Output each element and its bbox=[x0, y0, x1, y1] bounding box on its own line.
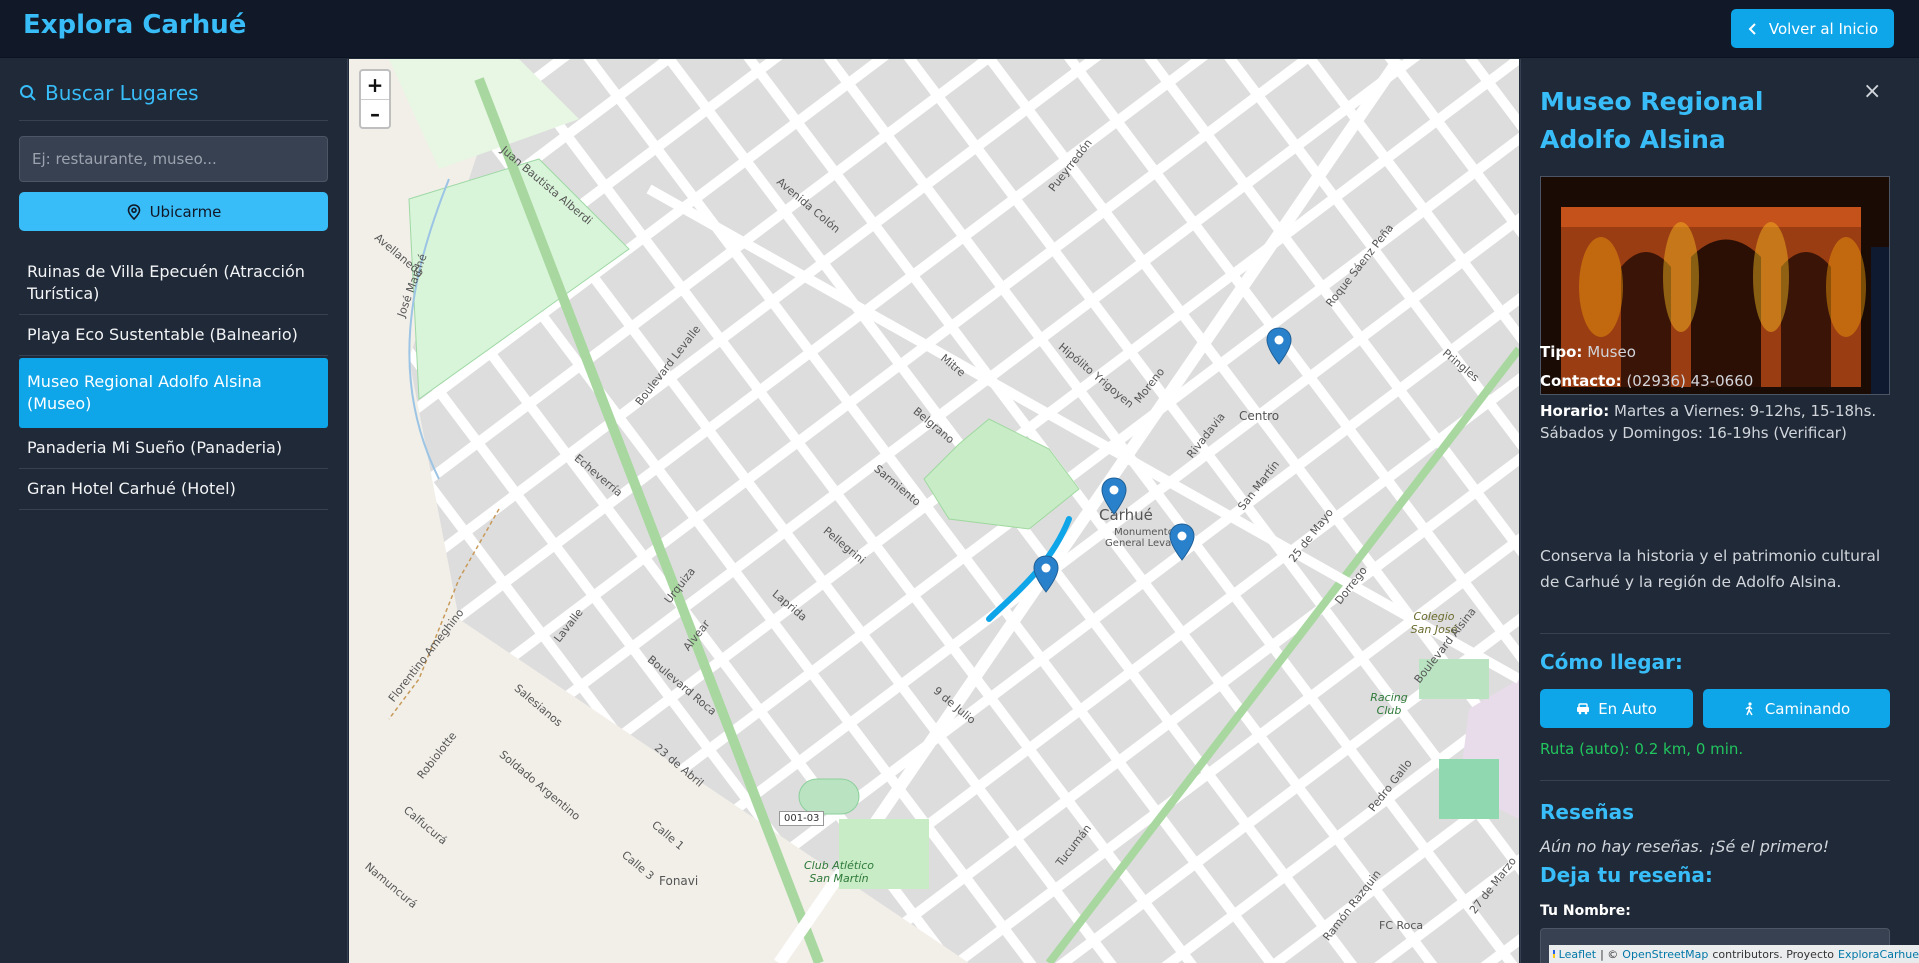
name-field-label: Tu Nombre: bbox=[1540, 903, 1631, 919]
map-marker[interactable] bbox=[1266, 327, 1292, 365]
search-heading: Buscar Lugares bbox=[19, 81, 199, 105]
place-type: Tipo: Museo bbox=[1540, 341, 1890, 363]
drive-label: En Auto bbox=[1598, 699, 1657, 718]
leaflet-link[interactable]: Leaflet bbox=[1559, 948, 1596, 961]
place-item[interactable]: Panaderia Mi Sueño (Panaderia) bbox=[19, 428, 328, 469]
app-header: Explora Carhué Volver al Inicio bbox=[0, 0, 1919, 58]
hours-label: Horario: bbox=[1540, 402, 1610, 420]
sidebar: Buscar Lugares Ubicarme Ruinas de Villa … bbox=[0, 59, 348, 963]
place-detail-panel: × Museo Regional Adolfo Alsina Tipo: Mus… bbox=[1520, 59, 1919, 963]
place-item[interactable]: Gran Hotel Carhué (Hotel) bbox=[19, 469, 328, 510]
contact-value: (02936) 43-0660 bbox=[1626, 372, 1754, 390]
route-badge: 001-03 bbox=[779, 811, 825, 826]
map-attribution: Leaflet | © OpenStreetMap contributors. … bbox=[1549, 945, 1919, 963]
search-icon bbox=[20, 85, 36, 101]
place-description: Conserva la historia y el patrimonio cul… bbox=[1540, 547, 1881, 591]
locate-me-label: Ubicarme bbox=[149, 202, 222, 221]
locate-me-button[interactable]: Ubicarme bbox=[19, 192, 328, 231]
zoom-out-button[interactable]: – bbox=[361, 99, 389, 127]
route-info: Ruta (auto): 0.2 km, 0 min. bbox=[1540, 740, 1744, 758]
car-icon bbox=[1577, 702, 1590, 714]
type-label: Tipo: bbox=[1540, 343, 1583, 361]
map-tiles bbox=[349, 59, 1519, 963]
type-value: Museo bbox=[1587, 343, 1636, 361]
divider bbox=[1540, 633, 1890, 634]
map-marker[interactable] bbox=[1169, 523, 1195, 561]
zoom-control: + – bbox=[359, 69, 391, 129]
place-item[interactable]: Ruinas de Villa Epecuén (Atracción Turís… bbox=[19, 252, 328, 315]
map-marker[interactable] bbox=[1033, 555, 1059, 593]
divider bbox=[1540, 780, 1890, 781]
map-marker[interactable] bbox=[1101, 477, 1127, 515]
osm-link[interactable]: OpenStreetMap bbox=[1622, 948, 1708, 961]
brand-title[interactable]: Explora Carhué bbox=[23, 10, 246, 40]
map-view[interactable]: + – Centro Carhué Monumento General Leva… bbox=[349, 59, 1519, 963]
place-item[interactable]: Playa Eco Sustentable (Balneario) bbox=[19, 315, 328, 356]
back-home-label: Volver al Inicio bbox=[1768, 19, 1879, 38]
search-input[interactable] bbox=[19, 136, 328, 182]
search-heading-label: Buscar Lugares bbox=[45, 81, 199, 105]
contact-label: Contacto: bbox=[1540, 372, 1622, 390]
map-label-racing: Racing Club bbox=[1370, 691, 1408, 717]
place-list: Ruinas de Villa Epecuén (Atracción Turís… bbox=[19, 252, 328, 510]
attribution-separator: | © bbox=[1600, 947, 1619, 961]
drive-button[interactable]: En Auto bbox=[1540, 689, 1693, 728]
location-pin-icon bbox=[127, 203, 140, 220]
chevron-left-icon bbox=[1748, 22, 1756, 35]
ukraine-flag-icon bbox=[1553, 950, 1555, 958]
walk-button[interactable]: Caminando bbox=[1703, 689, 1890, 728]
walk-label: Caminando bbox=[1764, 699, 1851, 718]
attribution-text: contributors. Proyecto bbox=[1712, 947, 1835, 961]
place-title: Museo Regional Adolfo Alsina bbox=[1540, 87, 1764, 154]
divider bbox=[19, 120, 328, 121]
map-label-centro: Centro bbox=[1239, 409, 1280, 423]
no-reviews-text: Aún no hay reseñas. ¡Sé el primero! bbox=[1540, 837, 1830, 856]
map-label-fc-roca: FC Roca bbox=[1379, 919, 1424, 932]
map-label-fonavi: Fonavi bbox=[659, 874, 699, 888]
place-hours: Horario: Martes a Viernes: 9-12hs, 15-18… bbox=[1540, 400, 1890, 444]
leave-review-heading: Deja tu reseña: bbox=[1540, 863, 1713, 887]
reviews-heading: Reseñas bbox=[1540, 800, 1635, 824]
back-home-button[interactable]: Volver al Inicio bbox=[1731, 9, 1894, 48]
project-link[interactable]: ExploraCarhue bbox=[1838, 948, 1919, 961]
map-label-club-atletico: Club Atlético San Martín bbox=[804, 859, 874, 885]
walking-icon bbox=[1745, 701, 1753, 715]
directions-heading: Cómo llegar: bbox=[1540, 650, 1683, 674]
close-icon[interactable]: × bbox=[1863, 79, 1881, 104]
zoom-in-button[interactable]: + bbox=[361, 71, 389, 99]
place-item-selected[interactable]: Museo Regional Adolfo Alsina (Museo) bbox=[19, 358, 328, 428]
place-contact: Contacto: (02936) 43-0660 bbox=[1540, 370, 1890, 392]
